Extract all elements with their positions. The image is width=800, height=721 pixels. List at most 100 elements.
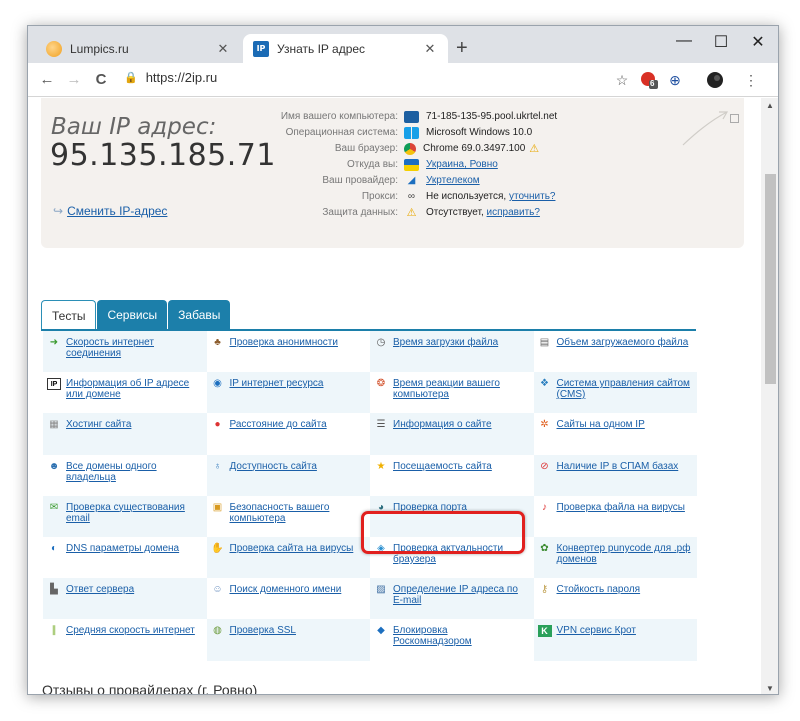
service-item[interactable]: ♁ Доступность сайта: [206, 454, 370, 496]
profile-avatar-icon[interactable]: [706, 71, 724, 89]
service-item[interactable]: ➜ Скорость интернет соединения: [43, 331, 207, 373]
windows-icon: [404, 127, 419, 139]
password-icon: ⚷: [540, 584, 549, 596]
extension-c-icon[interactable]: 6: [640, 71, 658, 89]
virus-file-icon: ♪: [542, 501, 547, 513]
avg-speed-icon: ∥: [51, 625, 57, 637]
service-item[interactable]: ♪ Проверка файла на вирусы: [534, 496, 698, 537]
cms-icon: ❖: [540, 378, 549, 390]
tab-lumpics[interactable]: Lumpics.ru ✕: [36, 34, 241, 63]
reload-button[interactable]: C: [90, 71, 112, 88]
service-item[interactable]: ❖ Система управления сайтом (CMS): [533, 372, 697, 414]
minimize-button[interactable]: —: [674, 32, 694, 50]
block-icon: ◆: [377, 625, 385, 637]
service-item[interactable]: IP Информация об IP адресе или домене: [43, 372, 207, 413]
tab-tests[interactable]: Тесты: [41, 300, 97, 330]
protection-fix-link[interactable]: исправить?: [487, 207, 540, 218]
arrow-icon: ↪: [53, 204, 64, 218]
service-item[interactable]: ◐ DNS параметры домена: [43, 537, 207, 578]
forward-button[interactable]: →: [63, 71, 85, 88]
service-item[interactable]: ✿ Конвертер punycode для .рф доменов: [533, 536, 697, 579]
tab-title: Узнать IP адрес: [277, 41, 366, 56]
ip-info-icon: IP: [47, 378, 61, 391]
service-item[interactable]: ▙ Ответ сервера: [43, 578, 207, 620]
spam-icon: ⊘: [540, 460, 549, 472]
tab-2ip[interactable]: IP Узнать IP адрес ✕: [243, 34, 448, 63]
ip-info-panel: Ваш IP адрес: 95.135.185.71 ↪ Сменить IP-…: [41, 98, 744, 248]
services-row: ∥ Средняя скорость интернет ◍ Проверка SSL…: [43, 619, 697, 661]
glasses-icon: ∞: [407, 191, 416, 202]
service-item[interactable]: ☰ Информация о сайте: [370, 413, 534, 455]
new-tab-button[interactable]: +: [456, 38, 468, 58]
close-window-button[interactable]: ✕: [748, 32, 768, 52]
tab-fun[interactable]: Забавы: [168, 300, 231, 330]
ip-by-email-icon: ▨: [376, 584, 386, 596]
vpn-extension-icon[interactable]: ⊕: [666, 71, 684, 89]
service-item[interactable]: ☻ Все домены одного владельца: [43, 455, 207, 496]
info-row-os: Операционная система: Microsoft Windows …: [285, 127, 533, 139]
services-row: ➜ Скорость интернет соединения ♣ Проверка …: [43, 331, 698, 373]
service-item[interactable]: ◷ Время загрузки файла: [370, 331, 534, 373]
service-item[interactable]: ☺ Поиск доменного имени: [207, 578, 371, 619]
service-item[interactable]: ◉ IP интернет ресурса: [206, 372, 370, 414]
vpn-icon: K: [537, 625, 552, 638]
dns-icon: ◐: [50, 542, 58, 554]
computer-icon: [404, 111, 419, 123]
domains-owner-icon: ☻: [48, 460, 60, 472]
tab-close-icon[interactable]: ✕: [422, 41, 438, 57]
lumpics-favicon-icon: [46, 40, 62, 57]
scroll-up-icon[interactable]: ▲: [766, 101, 774, 110]
decorative-arrow-icon: [682, 111, 729, 146]
service-item[interactable]: ∥ Средняя скорость интернет: [43, 619, 207, 660]
bookmark-star-icon[interactable]: ☆: [613, 71, 631, 89]
service-item[interactable]: ◆ Блокировка Роскомнадзором: [370, 619, 534, 660]
scrollbar-thumb[interactable]: [765, 174, 776, 384]
panel-options-icon[interactable]: [730, 114, 739, 123]
service-item[interactable]: ◍ Проверка SSL: [206, 619, 370, 661]
browser-window: Lumpics.ru ✕ IP Узнать IP адрес ✕ + — ☐ …: [27, 25, 779, 695]
anonymous-icon: ♣: [214, 337, 221, 348]
tab-close-icon[interactable]: ✕: [215, 41, 231, 57]
ip-resource-icon: ◉: [213, 378, 222, 390]
service-item[interactable]: ✲ Сайты на одном IP: [534, 413, 698, 454]
availability-icon: ♁: [213, 460, 222, 472]
warning-icon: ⚠: [406, 207, 417, 219]
menu-kebab-icon[interactable]: ⋮: [742, 71, 760, 89]
address-bar[interactable]: 🔒 https://2ip.ru: [124, 70, 217, 85]
service-item[interactable]: ⊘ Наличие IP в СПАМ базах: [533, 454, 697, 496]
speed-icon: ➜: [49, 337, 59, 348]
ip-favicon-icon: IP: [253, 40, 269, 57]
service-item[interactable]: ✋ Проверка сайта на вирусы: [206, 536, 370, 579]
service-item[interactable]: ▣ Безопасность вашего компьютера: [207, 496, 371, 537]
tab-strip: Lumpics.ru ✕ IP Узнать IP адрес ✕ + — ☐ …: [28, 26, 778, 63]
proxy-clarify-link[interactable]: уточнить?: [509, 191, 555, 202]
tab-title: Lumpics.ru: [70, 41, 129, 56]
service-item[interactable]: ▨ Определение IP адреса по E-mail: [370, 578, 534, 620]
maximize-button[interactable]: ☐: [711, 32, 731, 52]
service-item[interactable]: ▤ Объем загружаемого файла: [534, 331, 698, 372]
service-item[interactable]: ● Расстояние до сайта: [207, 413, 371, 454]
highlight-box: [361, 511, 525, 554]
service-item[interactable]: ★ Посещаемость сайта: [370, 455, 534, 496]
same-ip-icon: ✲: [540, 419, 549, 431]
location-link[interactable]: Украина, Ровно: [426, 159, 498, 170]
server-icon: ▙: [50, 584, 58, 596]
change-ip-link[interactable]: ↪ Сменить IP-адрес: [53, 204, 167, 218]
page-viewport: Ваш IP адрес: 95.135.185.71 ↪ Сменить IP-…: [28, 98, 761, 694]
back-button[interactable]: ←: [36, 71, 58, 88]
service-item[interactable]: ✉ Проверка существования email: [43, 495, 207, 537]
service-item[interactable]: ▦ Хостинг сайта: [43, 413, 207, 455]
scrollbar[interactable]: ▲ ▼: [761, 98, 778, 694]
site-info-icon: ☰: [376, 419, 386, 431]
service-item[interactable]: ♣ Проверка анонимности: [207, 331, 371, 372]
service-item[interactable]: ⚷ Стойкость пароля: [534, 578, 698, 619]
service-item[interactable]: ❂ Время реакции вашего компьютера: [370, 372, 534, 413]
provider-link[interactable]: Укртелеком: [426, 175, 480, 186]
service-item[interactable]: K VPN сервис Крот: [533, 619, 697, 661]
star-icon: ★: [376, 460, 386, 472]
provider-icon: ◢: [407, 175, 416, 186]
tab-services[interactable]: Сервисы: [97, 300, 168, 330]
punycode-icon: ✿: [540, 542, 549, 554]
ssl-icon: ◍: [213, 625, 222, 637]
scroll-down-icon[interactable]: ▼: [766, 684, 774, 693]
